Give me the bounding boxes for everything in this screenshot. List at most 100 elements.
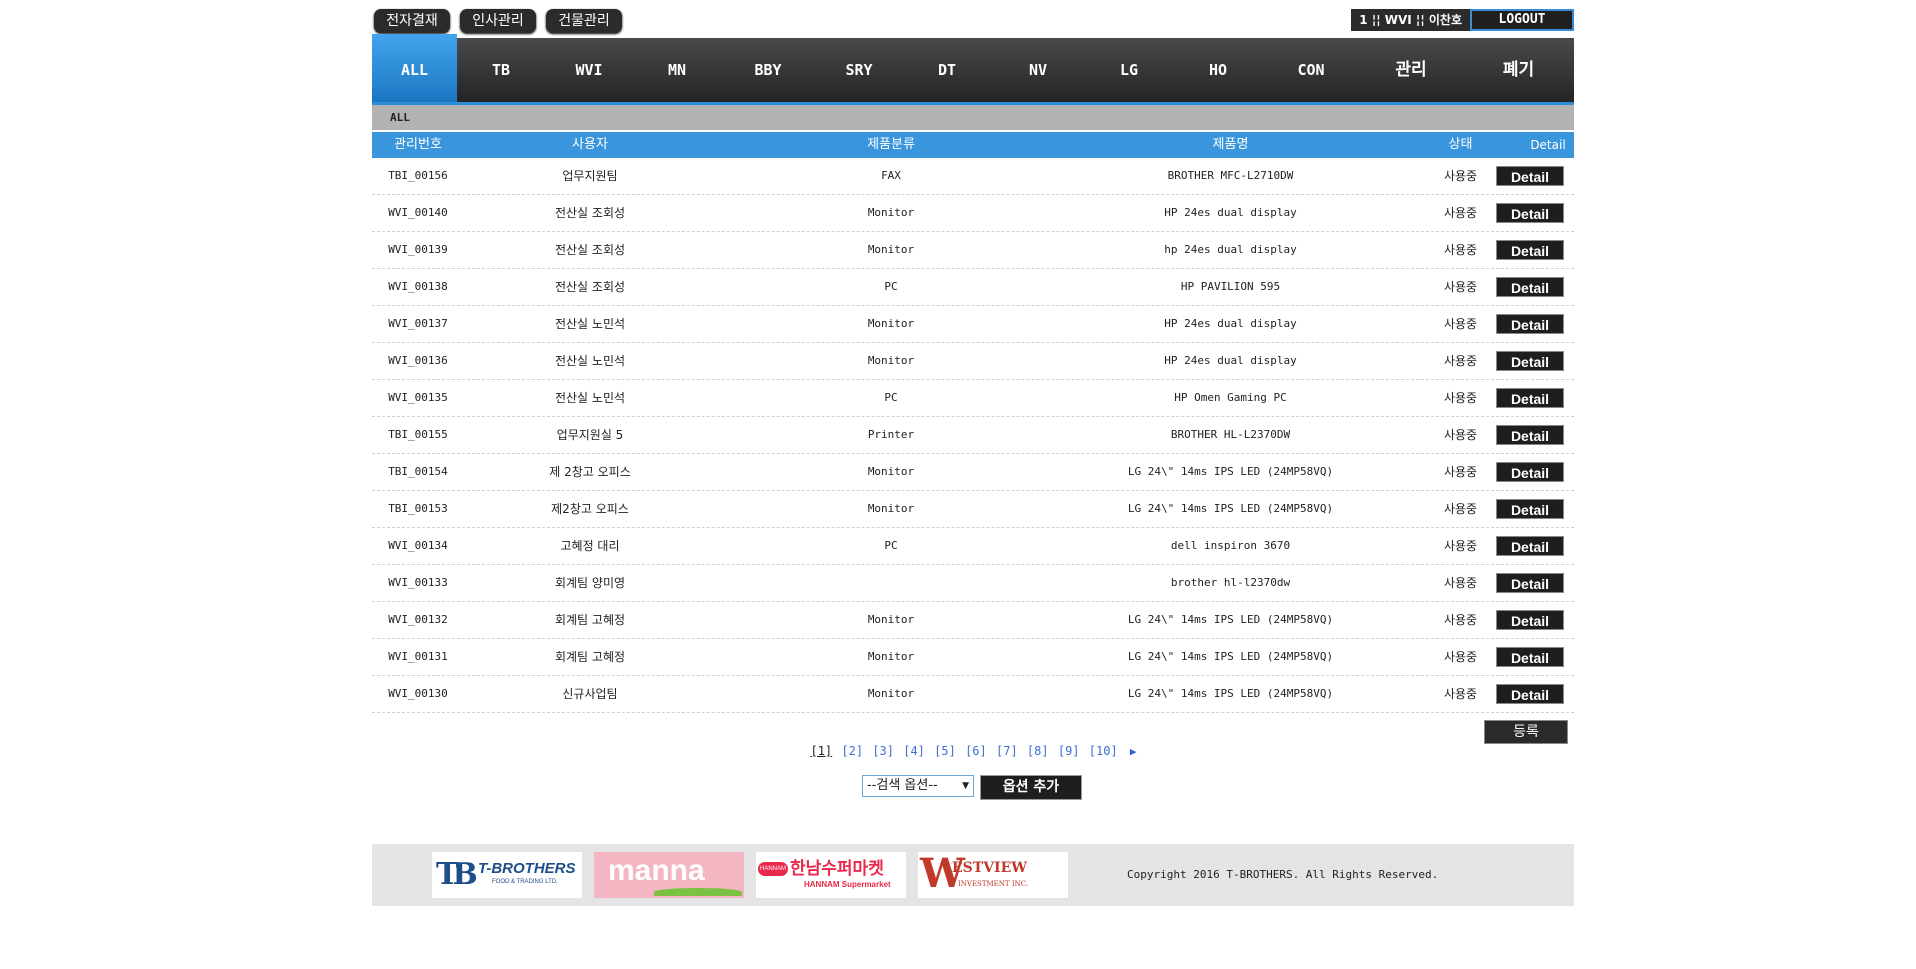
tab-all[interactable]: ALL (372, 34, 457, 102)
table-row: WVI_00137 전산실 노민석 Monitor HP 24es dual disp… (372, 306, 1574, 343)
table-body: TBI_00156 업무지원팀 FAX BROTHER MFC-L2710DW 사용중 D… (372, 158, 1574, 713)
cell-user: 회계팀 고혜정 (554, 650, 626, 664)
cell-user: 업무지원팀 (562, 169, 618, 183)
page-link[interactable]: [6] (965, 744, 987, 758)
cell-user: 전산실 조회성 (554, 280, 626, 294)
detail-button[interactable]: Detail (1496, 462, 1564, 482)
approval-button[interactable]: 전자결재 (374, 9, 450, 33)
cell-user: 업무지원실 5 (556, 428, 624, 442)
tab-wvi[interactable]: WVI (545, 38, 633, 102)
header-detail: Detail (1530, 138, 1566, 152)
category-nav: ALL TB WVI MN BBY SRY DT NV LG HO CON 관리… (372, 34, 1574, 105)
cell-category: Monitor (867, 465, 915, 478)
cell-id: WVI_00139 (388, 243, 448, 256)
building-button[interactable]: 건물관리 (546, 9, 622, 33)
detail-button[interactable]: Detail (1496, 314, 1564, 334)
detail-button[interactable]: Detail (1496, 166, 1564, 186)
cell-user: 회계팀 고혜정 (554, 613, 626, 627)
cell-category: PC (884, 280, 898, 293)
tab-dt[interactable]: DT (903, 38, 991, 102)
detail-button[interactable]: Detail (1496, 536, 1564, 556)
cell-id: TBI_00153 (388, 502, 448, 515)
detail-button[interactable]: Detail (1496, 610, 1564, 630)
page-link[interactable]: [10] (1089, 744, 1118, 758)
westview-name: ESTVIEW (952, 860, 1028, 876)
cell-id: WVI_00136 (388, 354, 448, 367)
detail-button[interactable]: Detail (1496, 277, 1564, 297)
cell-id: WVI_00137 (388, 317, 448, 330)
page-link[interactable]: [4] (903, 744, 925, 758)
detail-button[interactable]: Detail (1496, 573, 1564, 593)
page-link[interactable]: [7] (996, 744, 1018, 758)
tab-con[interactable]: CON (1263, 38, 1359, 102)
header-user: 사용자 (572, 137, 608, 152)
hr-button[interactable]: 인사관리 (460, 9, 536, 33)
add-option-button[interactable]: 옵션 추가 (980, 775, 1082, 800)
register-button[interactable]: 등록 (1484, 720, 1568, 744)
cell-product: HP Omen Gaming PC (1174, 391, 1287, 404)
cell-id: WVI_00135 (388, 391, 448, 404)
tab-tb[interactable]: TB (457, 38, 545, 102)
cell-product: HP 24es dual display (1164, 317, 1297, 330)
cell-user: 전산실 노민석 (554, 317, 626, 331)
tbrothers-mark: TB (436, 857, 478, 892)
cell-product: LG 24\" 14ms IPS LED (24MP58VQ) (1127, 613, 1334, 626)
page-link[interactable]: [2] (841, 744, 863, 758)
breadcrumb-label: ALL (390, 111, 410, 124)
cell-product: HP 24es dual display (1164, 354, 1297, 367)
cell-category: PC (884, 391, 898, 404)
tab-disposal[interactable]: 폐기 (1463, 38, 1574, 102)
cell-user: 제 2창고 오피스 (549, 465, 631, 479)
tab-lg[interactable]: LG (1085, 38, 1173, 102)
cell-category: Monitor (867, 317, 915, 330)
cell-id: WVI_00138 (388, 280, 448, 293)
search-option-select[interactable]: --검색 옵션-- ▼ (862, 775, 974, 797)
table-row: WVI_00134 고혜정 대리 PC dell inspiron 3670 사용중 De… (372, 528, 1574, 565)
cell-user: 회계팀 양미영 (554, 576, 626, 590)
play-arrow-icon[interactable]: ▶ (1130, 745, 1137, 758)
detail-button[interactable]: Detail (1496, 647, 1564, 667)
cell-id: WVI_00130 (388, 687, 448, 700)
detail-button[interactable]: Detail (1496, 240, 1564, 260)
breadcrumb: ALL (372, 105, 1574, 130)
user-box: 1 ¦¦ WVI ¦¦ 이찬호 LOGOUT (1351, 9, 1574, 31)
cell-id: WVI_00140 (388, 206, 448, 219)
logout-button[interactable]: LOGOUT (1470, 9, 1574, 31)
header-product: 제품명 (1212, 137, 1249, 152)
cell-product: hp 24es dual display (1164, 243, 1297, 256)
page-link[interactable]: [3] (872, 744, 894, 758)
page-link[interactable]: [8] (1027, 744, 1049, 758)
tbrothers-sub: FOOD & TRADING LTD. (492, 879, 558, 885)
chevron-down-icon: ▼ (962, 781, 969, 791)
table-row: WVI_00140 전산실 조회성 Monitor HP 24es dual disp… (372, 195, 1574, 232)
detail-button[interactable]: Detail (1496, 351, 1564, 371)
top-bar: 전자결재 인사관리 건물관리 1 ¦¦ WVI ¦¦ 이찬호 LOGOUT (372, 9, 1574, 35)
hannam-sub: HANNAM Supermarket (804, 880, 891, 889)
header-category: 제품분류 (867, 137, 915, 152)
detail-button[interactable]: Detail (1496, 684, 1564, 704)
tab-nv[interactable]: NV (991, 38, 1085, 102)
detail-button[interactable]: Detail (1496, 425, 1564, 445)
table-row: WVI_00130 신규사업팀 Monitor LG 24\" 14ms IPS LE… (372, 676, 1574, 713)
table-header: 관리번호 사용자 제품분류 제품명 상태 Detail (372, 132, 1574, 158)
detail-button[interactable]: Detail (1496, 388, 1564, 408)
tab-manage[interactable]: 관리 (1359, 38, 1463, 102)
tab-ho[interactable]: HO (1173, 38, 1263, 102)
cell-category: Monitor (867, 206, 915, 219)
cell-id: WVI_00131 (388, 650, 448, 663)
table-row: TBI_00153 제2창고 오피스 Monitor LG 24\" 14ms IPS… (372, 491, 1574, 528)
page-link[interactable]: [5] (934, 744, 956, 758)
detail-button[interactable]: Detail (1496, 499, 1564, 519)
page-link[interactable]: [1] (810, 744, 832, 758)
cell-user: 전산실 조회성 (554, 206, 626, 220)
cell-user: 고혜정 대리 (560, 539, 620, 553)
cell-category: Monitor (867, 687, 915, 700)
cell-category: FAX (881, 169, 901, 182)
page-link[interactable]: [9] (1058, 744, 1080, 758)
table-row: TBI_00155 업무지원실 5 Printer BROTHER HL-L2370D… (372, 417, 1574, 454)
tab-bby[interactable]: BBY (721, 38, 815, 102)
tab-sry[interactable]: SRY (815, 38, 903, 102)
tab-mn[interactable]: MN (633, 38, 721, 102)
detail-button[interactable]: Detail (1496, 203, 1564, 223)
header-id: 관리번호 (394, 137, 442, 152)
